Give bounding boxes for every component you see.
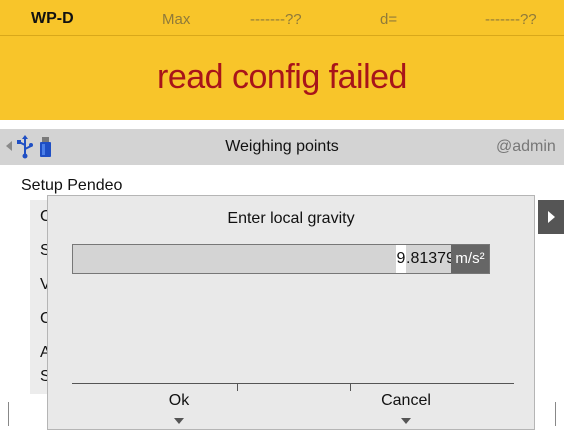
input-cursor-digit: 9	[396, 245, 406, 273]
setup-title: Setup Pendeo	[21, 177, 123, 194]
ok-button[interactable]: Ok	[144, 392, 214, 410]
softkey-separator	[237, 383, 238, 391]
divider	[555, 402, 556, 426]
unit-label: m/s²	[451, 245, 489, 273]
user-label: @admin	[496, 138, 556, 155]
device-name: WP-D	[31, 10, 74, 27]
division-label: d=	[380, 11, 398, 28]
max-value: -------??	[250, 11, 302, 28]
max-label: Max	[162, 11, 191, 28]
cancel-arrow-icon	[401, 418, 411, 424]
chevron-right-icon	[548, 211, 555, 223]
divider	[8, 402, 9, 426]
status-row: WP-D Max -------?? d= -------??	[0, 0, 564, 32]
dialog-title: Enter local gravity	[227, 210, 355, 227]
softkey-bar	[72, 383, 514, 384]
status-divider	[0, 35, 564, 36]
nav-title: Weighing points	[225, 138, 339, 155]
nav-bar: Weighing points @admin	[0, 129, 564, 165]
status-bar: WP-D Max -------?? d= -------?? read con…	[0, 0, 564, 120]
gravity-dialog: Enter local gravity 9 .81379 m/s² Ok Can…	[47, 195, 535, 430]
gravity-value: .81379	[406, 250, 455, 267]
cancel-button[interactable]: Cancel	[368, 392, 444, 410]
error-message: read config failed	[157, 58, 407, 96]
scroll-right-button[interactable]	[538, 200, 564, 234]
ok-arrow-icon	[174, 418, 184, 424]
division-value: -------??	[485, 11, 537, 28]
softkey-separator	[350, 383, 351, 391]
gravity-input[interactable]: 9 .81379 m/s²	[72, 244, 490, 274]
